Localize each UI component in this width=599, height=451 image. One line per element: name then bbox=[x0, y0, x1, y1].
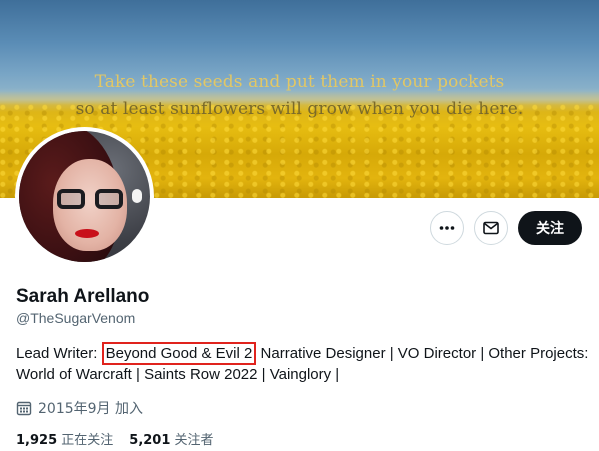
bio-prefix: Lead Writer: bbox=[16, 345, 102, 362]
avatar-photo bbox=[19, 131, 150, 262]
more-button[interactable] bbox=[430, 211, 464, 245]
followers-label: 关注者 bbox=[174, 433, 214, 448]
following-label: 正在关注 bbox=[61, 433, 114, 448]
profile-handle: @TheSugarVenom bbox=[16, 310, 136, 326]
joined-date: 2015年9月 加入 bbox=[16, 398, 143, 418]
calendar-icon bbox=[16, 401, 32, 416]
joined-text: 2015年9月 加入 bbox=[38, 401, 143, 417]
follow-stats: 1,925 正在关注 5,201 关注者 bbox=[16, 429, 214, 448]
follow-button[interactable]: 关注 bbox=[518, 211, 582, 245]
followers-link[interactable]: 5,201 关注者 bbox=[129, 433, 213, 448]
more-dots-icon bbox=[439, 226, 455, 230]
banner-quote-line2: so at least sunflowers will grow when yo… bbox=[75, 99, 524, 119]
banner-quote-line1: Take these seeds and put them in your po… bbox=[94, 72, 505, 92]
bio-suffix: Narrative Designer | VO Director | Other… bbox=[256, 345, 589, 362]
profile-bio: Lead Writer: Beyond Good & Evil 2 Narrat… bbox=[16, 342, 591, 385]
bio-line2: World of Warcraft | Saints Row 2022 | Va… bbox=[16, 366, 340, 383]
following-count: 1,925 bbox=[16, 433, 58, 448]
avatar[interactable] bbox=[15, 127, 154, 266]
envelope-icon bbox=[483, 221, 499, 235]
following-link[interactable]: 1,925 正在关注 bbox=[16, 433, 113, 448]
message-button[interactable] bbox=[474, 211, 508, 245]
followers-count: 5,201 bbox=[129, 433, 171, 448]
bio-highlight-link[interactable]: Beyond Good & Evil 2 bbox=[101, 342, 257, 365]
profile-name: Sarah Arellano bbox=[16, 286, 150, 307]
